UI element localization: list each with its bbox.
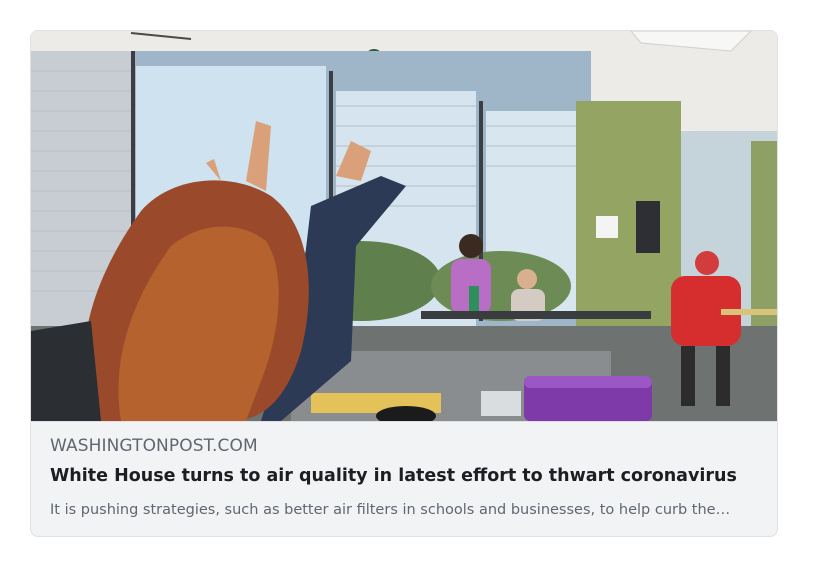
link-preview-card[interactable]: WASHINGTONPOST.COM White House turns to … — [30, 30, 778, 537]
article-description: It is pushing strategies, such as better… — [50, 502, 731, 518]
article-thumbnail-image[interactable] — [31, 31, 777, 421]
classroom-photo — [31, 31, 777, 421]
article-title[interactable]: White House turns to air quality in late… — [50, 466, 762, 486]
source-domain: WASHINGTONPOST.COM — [50, 436, 258, 456]
link-preview-meta: WASHINGTONPOST.COM White House turns to … — [31, 421, 777, 536]
